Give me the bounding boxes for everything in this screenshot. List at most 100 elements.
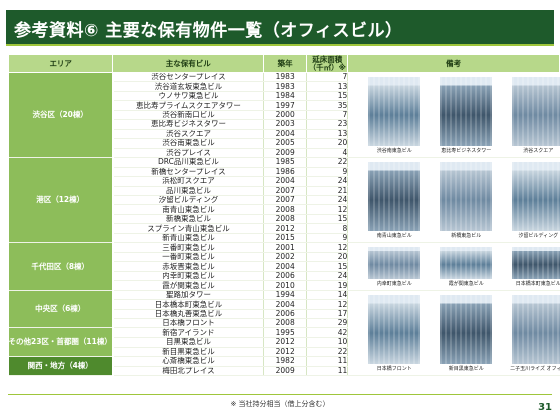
property-name-cell: 汐留ビルディング: [112, 195, 265, 206]
building-photo: 恵比寿ビジネスタワー: [440, 77, 493, 155]
building-image: [440, 162, 493, 232]
photo-caption: 南青山東急ビル: [376, 233, 412, 240]
year-built-cell: 2001: [263, 242, 308, 253]
property-name-cell: スプライン青山東急ビル: [112, 223, 265, 234]
year-built-cell: 2010: [263, 280, 308, 292]
property-name-cell: 聖路加タワー: [112, 290, 265, 301]
photo-panel: 南青山東急ビル 新橋東急ビル 汐留ビルディング: [347, 157, 560, 244]
building-photo: 日本橋本町東急ビル: [512, 247, 560, 288]
floor-area-cell: 22: [306, 347, 349, 357]
year-built-cell: 1986: [263, 167, 308, 178]
table-row: 港区（12棟） DRC品川東急ビル 1985 22 南青山東急ビル 新橋東急ビル 汐留ビルデ…: [8, 157, 560, 244]
header-area: エリア: [7, 54, 114, 73]
area-cell: 千代田区（8棟）: [8, 242, 114, 292]
table-header-row: エリア 主な保有ビル 築年 延床面積（千㎡）※ 備考: [7, 54, 560, 73]
floor-area-cell: 15: [306, 261, 349, 272]
floor-area-cell: 24: [306, 176, 349, 187]
year-built-cell: 2008: [263, 318, 308, 329]
header-property: 主な保有ビル: [112, 54, 265, 73]
floor-area-cell: 9: [306, 167, 349, 178]
building-photo: 渋谷スクエア: [512, 77, 560, 155]
property-name-cell: 南青山東急ビル: [112, 204, 265, 215]
property-name-cell: 渋谷南東急ビル: [112, 138, 265, 149]
floor-area-cell: 20: [306, 138, 349, 149]
building-image: [440, 295, 493, 365]
property-name-cell: 恵比寿ビジネスタワー: [112, 119, 265, 130]
building-image: [368, 295, 421, 365]
floor-area-cell: 15: [306, 214, 349, 225]
floor-area-cell: 7: [306, 72, 349, 83]
header-remarks: 備考: [347, 54, 560, 73]
floor-area-cell: 19: [306, 280, 349, 292]
property-name-cell: 渋谷プレイス: [112, 148, 265, 159]
property-name-cell: 品川東急ビル: [112, 186, 265, 196]
floor-area-cell: 17: [306, 309, 349, 320]
floor-area-cell: 23: [306, 119, 349, 130]
floor-area-cell: 42: [306, 327, 349, 339]
building-image: [440, 247, 493, 280]
floor-area-cell: 12: [306, 299, 349, 310]
floor-area-cell: 24: [306, 271, 349, 282]
year-built-cell: 2000: [263, 110, 308, 121]
building-photo: 渋谷南東急ビル: [368, 77, 421, 155]
property-name-cell: 新青山東急ビル: [112, 233, 265, 244]
year-built-cell: 1985: [263, 157, 308, 168]
building-image: [512, 162, 560, 232]
year-built-cell: 1997: [263, 100, 308, 111]
building-image: [512, 295, 560, 365]
header-year: 築年: [263, 54, 308, 73]
property-name-cell: DRC品川東急ビル: [112, 157, 265, 168]
area-cell: その他23区・首都圏（11棟）: [8, 327, 114, 357]
page-number: 31: [538, 402, 552, 413]
photo-panel: 日本橋フロント 新目黒東急ビル 二子玉川ライズ オフィス: [347, 290, 560, 377]
year-built-cell: 2006: [263, 271, 308, 282]
table-row: 中央区（6棟） 聖路加タワー 1994 14 日本橋フロント 新目黒東急ビル 二子玉川ライズ…: [8, 290, 560, 377]
building-photo: 新橋東急ビル: [440, 162, 493, 240]
photo-caption: 恵比寿ビジネスタワー: [441, 148, 492, 155]
photo-caption: 渋谷南東急ビル: [376, 148, 412, 155]
property-name-cell: 新橋東急ビル: [112, 214, 265, 225]
building-image: [368, 77, 421, 147]
floor-area-cell: 4: [306, 148, 349, 159]
property-name-cell: 新橋センタープレイス: [112, 167, 265, 178]
floor-area-cell: 9: [306, 233, 349, 244]
floor-area-cell: 35: [306, 100, 349, 111]
year-built-cell: 2004: [263, 299, 308, 310]
floor-area-cell: 29: [306, 318, 349, 329]
area-cell: 中央区（6棟）: [8, 290, 114, 329]
building-image: [512, 247, 560, 280]
property-name-cell: 梅田北プレイス: [112, 366, 265, 377]
property-name-cell: 心斎橋東急ビル: [112, 356, 265, 367]
property-name-cell: 霞が関東急ビル: [112, 280, 265, 292]
property-name-cell: 恵比寿プライムスクエアタワー: [112, 100, 265, 111]
area-cell: 関西・地方（4棟）: [8, 356, 114, 377]
property-name-cell: ウノサワ東急ビル: [112, 91, 265, 102]
property-name-cell: 目黒東急ビル: [112, 337, 265, 348]
floor-area-cell: 11: [306, 356, 349, 367]
year-built-cell: 2008: [263, 214, 308, 225]
year-built-cell: 2004: [263, 129, 308, 140]
area-cell: 港区（12棟）: [8, 157, 114, 244]
property-name-cell: 新宿アイランド: [112, 327, 265, 339]
floor-area-cell: 7: [306, 110, 349, 121]
floor-area-cell: 12: [306, 204, 349, 215]
area-cell: 渋谷区（20棟）: [8, 72, 114, 159]
building-photo: 汐留ビルディング: [512, 162, 560, 240]
building-photo: 内幸町東急ビル: [368, 247, 421, 288]
year-built-cell: 1983: [263, 72, 308, 83]
property-name-cell: 赤坂晋東急ビル: [112, 261, 265, 272]
floor-area-cell: 21: [306, 186, 349, 196]
title-bar: 参考資料⑥ 主要な保有物件一覧（オフィスビル）: [6, 10, 554, 46]
year-built-cell: 1983: [263, 81, 308, 92]
photo-caption: 内幸町東急ビル: [376, 281, 412, 288]
year-built-cell: 2012: [263, 347, 308, 357]
floor-area-cell: 11: [306, 366, 349, 377]
photo-caption: 日本橋本町東急ビル: [515, 281, 560, 288]
floor-area-cell: 10: [306, 337, 349, 348]
year-built-cell: 2004: [263, 176, 308, 187]
property-name-cell: 渋谷新南口ビル: [112, 110, 265, 121]
year-built-cell: 2012: [263, 223, 308, 234]
building-photo: 二子玉川ライズ オフィス: [510, 295, 560, 373]
year-built-cell: 2007: [263, 195, 308, 206]
photo-caption: 新橋東急ビル: [451, 233, 482, 240]
